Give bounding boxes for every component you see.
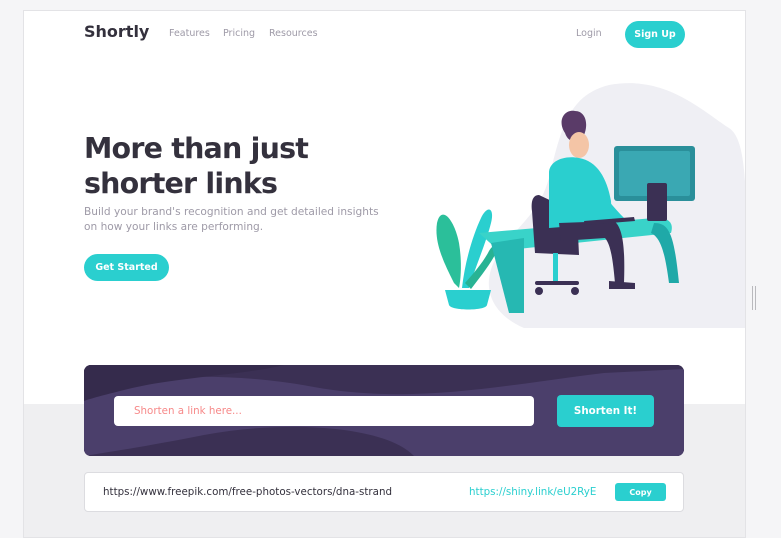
chair-wheel xyxy=(535,287,543,295)
scrollbar-grip[interactable] xyxy=(752,286,756,310)
login-link[interactable]: Login xyxy=(576,28,602,39)
plant-leaf xyxy=(436,214,461,288)
background-blob xyxy=(488,83,745,328)
get-started-button[interactable]: Get Started xyxy=(84,254,169,281)
nav-features[interactable]: Features xyxy=(169,28,210,39)
hero-title: More than just shorter links xyxy=(84,132,309,200)
chair-post xyxy=(553,253,558,283)
page: Shortly Features Pricing Resources Login… xyxy=(23,10,746,538)
monitor-stand xyxy=(647,183,667,221)
plant-pot xyxy=(445,290,491,310)
nav-pricing[interactable]: Pricing xyxy=(223,28,255,39)
copy-button[interactable]: Copy xyxy=(615,483,666,501)
logo[interactable]: Shortly xyxy=(84,22,149,41)
chair-wheel xyxy=(571,287,579,295)
shorten-input[interactable] xyxy=(114,396,534,426)
original-url: https://www.freepik.com/free-photos-vect… xyxy=(103,486,393,498)
person-working-illustration xyxy=(436,83,745,328)
hero-subtitle: Build your brand's recognition and get d… xyxy=(84,206,379,233)
nav-resources[interactable]: Resources xyxy=(269,28,318,39)
person-face xyxy=(569,132,589,158)
shortened-link-result: https://www.freepik.com/free-photos-vect… xyxy=(84,472,684,512)
short-url[interactable]: https://shiny.link/eU2RyE xyxy=(469,486,596,498)
shorten-form: Shorten It! xyxy=(84,365,684,456)
shorten-button[interactable]: Shorten It! xyxy=(557,395,654,427)
signup-button[interactable]: Sign Up xyxy=(625,21,685,48)
